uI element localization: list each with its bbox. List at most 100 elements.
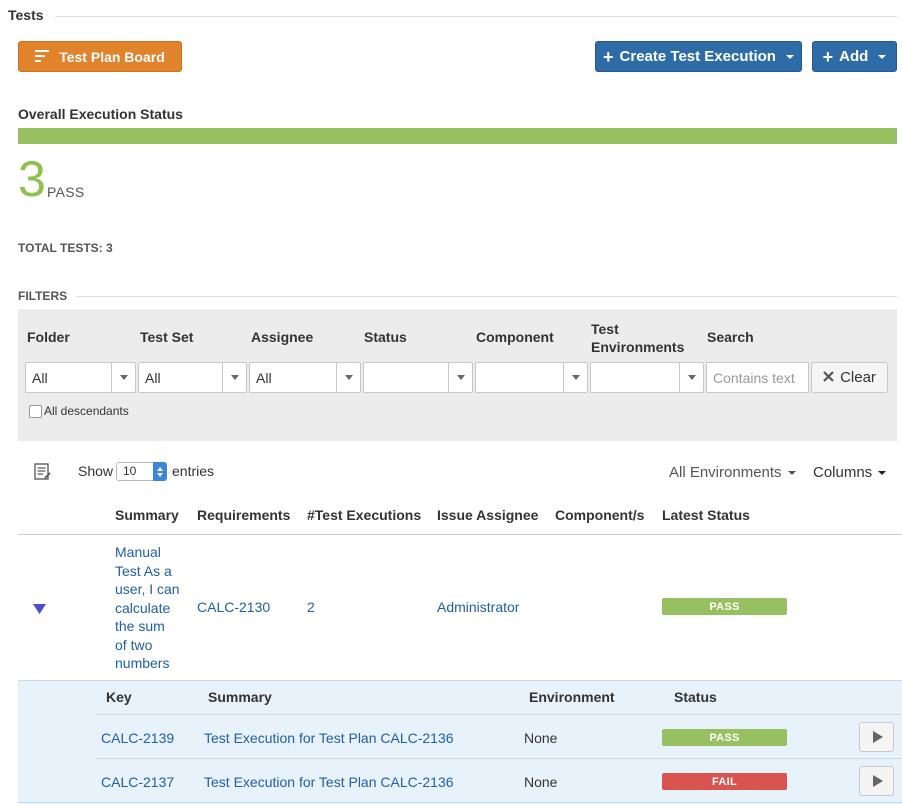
pass-label: PASS — [47, 184, 85, 200]
clear-button[interactable]: Clear — [811, 362, 888, 393]
plus-icon: + — [822, 46, 834, 67]
filter-label-status: Status — [364, 329, 407, 345]
add-label: Add — [839, 48, 869, 65]
summary-line: user, I can — [115, 581, 180, 597]
execution-progress-bar — [18, 128, 897, 144]
test-plan-board-label: Test Plan Board — [59, 48, 165, 65]
chevron-down-icon — [111, 363, 135, 392]
filter-label-test-environments-line2: Environments — [591, 339, 685, 355]
chevron-down-icon — [785, 54, 794, 59]
assignee-select[interactable]: All — [249, 362, 361, 393]
all-descendants-checkbox[interactable] — [29, 405, 42, 418]
status-select[interactable] — [363, 362, 473, 393]
environments-dropdown[interactable]: All Environments — [669, 464, 796, 481]
filters-title: FILTERS — [18, 289, 68, 303]
add-button[interactable]: + Add — [812, 41, 897, 72]
chevron-down-icon — [448, 363, 472, 392]
chevron-down-icon — [336, 363, 360, 392]
columns-dropdown-label: Columns — [813, 464, 873, 481]
filter-label-search: Search — [707, 329, 754, 345]
status-badge: PASS — [662, 729, 787, 746]
columns-dropdown[interactable]: Columns — [813, 464, 887, 481]
environments-dropdown-label: All Environments — [669, 464, 782, 481]
execution-summary-link[interactable]: Test Execution for Test Plan CALC-2136 — [204, 774, 454, 790]
status-badge: FAIL — [662, 773, 787, 790]
header-components[interactable]: Component/s — [555, 507, 644, 523]
header-summary[interactable]: Summary — [115, 507, 179, 523]
summary-line: calculate — [115, 599, 171, 616]
execution-key-link[interactable]: CALC-2139 — [101, 730, 174, 746]
assignee-link[interactable]: Administrator — [437, 599, 519, 615]
chevron-down-icon — [878, 471, 887, 476]
expand-toggle-icon[interactable] — [33, 601, 46, 617]
test-executions-count-link[interactable]: 2 — [307, 599, 315, 615]
pass-count: 3 — [18, 151, 46, 207]
test-environments-select[interactable] — [590, 362, 704, 393]
subheader-key[interactable]: Key — [106, 689, 132, 705]
play-icon — [873, 731, 883, 743]
filter-label-component: Component — [476, 329, 554, 345]
entries-label: entries — [172, 463, 215, 479]
all-descendants-label: All descendants — [44, 404, 129, 418]
list-icon — [35, 49, 50, 65]
summary-line: the sum — [115, 618, 165, 634]
table-icon[interactable] — [34, 463, 51, 483]
execution-status-title: Overall Execution Status — [18, 106, 183, 122]
header-latest-status[interactable]: Latest Status — [662, 507, 750, 523]
create-test-execution-button[interactable]: + Create Test Execution — [595, 41, 802, 72]
folder-select[interactable]: All — [25, 362, 136, 393]
header-requirements[interactable]: Requirements — [197, 507, 290, 523]
plus-icon: + — [603, 46, 614, 67]
filters-divider — [76, 296, 897, 297]
folder-select-value: All — [32, 369, 48, 386]
summary-line: numbers — [115, 655, 170, 671]
subtable-bottom-border — [18, 802, 902, 803]
entries-select-value: 10 — [123, 464, 137, 478]
test-plan-board-button[interactable]: Test Plan Board — [18, 41, 182, 72]
chevron-down-icon — [222, 363, 246, 392]
entries-select[interactable]: 10 — [116, 462, 167, 481]
spinner-icon — [153, 462, 167, 481]
filter-label-test-environments-line1: Test — [591, 321, 619, 337]
chevron-down-icon — [878, 54, 887, 59]
test-summary-link[interactable]: Manual Test As a user, I can calculate t… — [115, 543, 190, 673]
play-icon — [873, 775, 883, 787]
header-issue-assignee[interactable]: Issue Assignee — [437, 507, 538, 523]
progress-pass-fill — [18, 128, 897, 144]
filter-label-test-environments: Test Environments — [591, 320, 684, 356]
summary-line: Manual — [115, 544, 161, 560]
show-label: Show — [78, 463, 114, 479]
run-execution-button[interactable] — [859, 766, 894, 796]
chevron-down-icon — [787, 471, 796, 476]
subheader-status[interactable]: Status — [674, 689, 717, 705]
search-input[interactable] — [706, 362, 809, 393]
subheader-summary[interactable]: Summary — [208, 689, 272, 705]
create-test-execution-label: Create Test Execution — [619, 48, 776, 65]
run-execution-button[interactable] — [859, 722, 894, 752]
test-set-select-value: All — [145, 369, 161, 386]
execution-key-link[interactable]: CALC-2137 — [101, 774, 174, 790]
chevron-down-icon — [679, 363, 703, 392]
subheader-environment[interactable]: Environment — [529, 689, 615, 705]
chevron-down-icon — [563, 363, 587, 392]
header-test-executions[interactable]: #Test Executions — [307, 507, 421, 523]
status-badge: PASS — [662, 598, 787, 615]
summary-line: of two — [115, 636, 153, 653]
clear-label: Clear — [840, 369, 876, 386]
summary-line: Test As a — [115, 562, 172, 579]
execution-summary-link[interactable]: Test Execution for Test Plan CALC-2136 — [204, 730, 454, 746]
component-select[interactable] — [475, 362, 588, 393]
execution-environment: None — [524, 774, 558, 790]
requirement-link[interactable]: CALC-2130 — [197, 599, 270, 615]
total-tests: TOTAL TESTS: 3 — [18, 241, 113, 255]
section-divider — [55, 16, 897, 17]
execution-environment: None — [524, 730, 558, 746]
assignee-select-value: All — [256, 369, 272, 386]
filter-label-test-set: Test Set — [140, 329, 194, 345]
header-divider — [18, 534, 902, 535]
filter-label-folder: Folder — [27, 329, 70, 345]
close-icon — [823, 369, 834, 386]
filter-label-assignee: Assignee — [251, 329, 314, 345]
test-set-select[interactable]: All — [138, 362, 247, 393]
section-title: Tests — [8, 7, 44, 23]
